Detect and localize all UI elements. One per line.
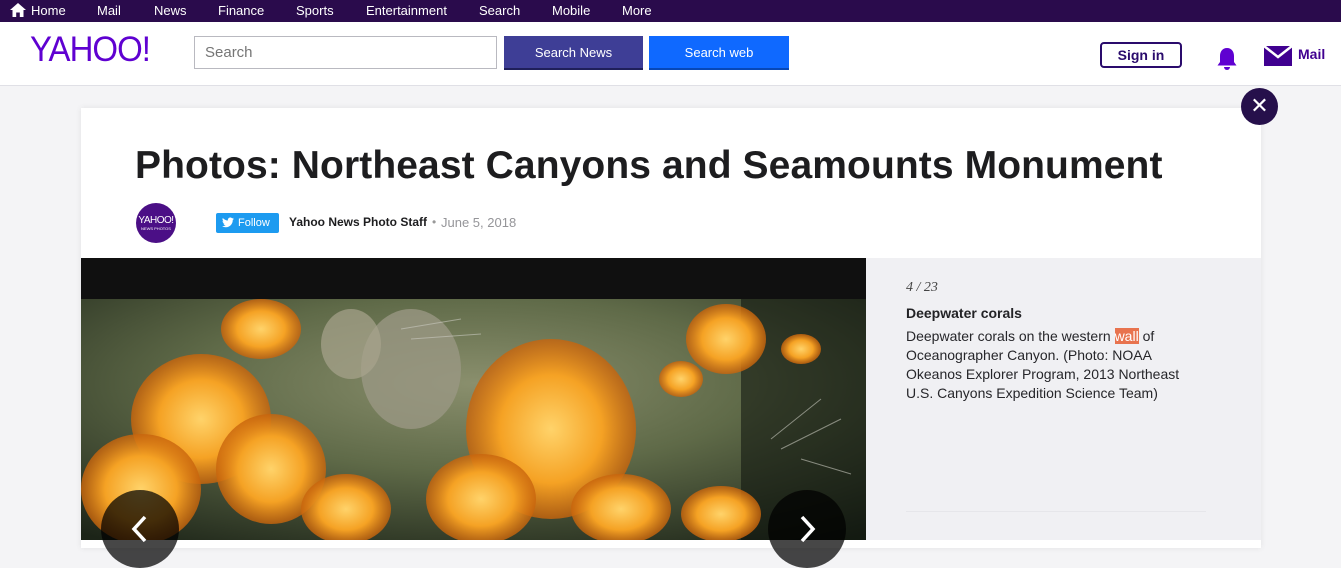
close-button[interactable]: ✕ [1241, 88, 1278, 125]
nav-search[interactable]: Search [479, 0, 520, 22]
search-web-button[interactable]: Search web [649, 36, 789, 70]
next-photo-button[interactable] [768, 490, 846, 568]
nav-mail[interactable]: Mail [97, 0, 121, 22]
top-nav: Home Mail News Finance Sports Entertainm… [0, 0, 1341, 22]
nav-finance[interactable]: Finance [218, 0, 264, 22]
article-title: Photos: Northeast Canyons and Seamounts … [135, 144, 1163, 187]
previous-photo-button[interactable] [101, 490, 179, 568]
byline-separator: • [432, 215, 437, 229]
slideshow-photo-area [81, 258, 866, 540]
author-name[interactable]: Yahoo News Photo Staff [289, 215, 427, 229]
notification-bell-icon[interactable] [1215, 46, 1239, 72]
caption-title: Deepwater corals [906, 305, 1022, 321]
home-icon[interactable] [10, 3, 26, 17]
coral-photo [81, 299, 866, 540]
sign-in-button[interactable]: Sign in [1100, 42, 1182, 68]
caption-highlight: wall [1114, 328, 1139, 344]
mail-icon[interactable] [1264, 46, 1292, 66]
close-icon: ✕ [1250, 93, 1269, 118]
nav-home[interactable]: Home [31, 0, 66, 22]
search-input[interactable] [194, 36, 497, 69]
mail-link[interactable]: Mail [1298, 46, 1325, 62]
twitter-follow-button[interactable]: Follow [216, 213, 279, 233]
caption-text: Deepwater corals on the western wall of … [906, 328, 1180, 401]
publish-date: June 5, 2018 [441, 215, 517, 230]
twitter-bird-icon [222, 217, 234, 228]
nav-more[interactable]: More [622, 0, 652, 22]
caption-divider [906, 511, 1206, 512]
author-avatar[interactable]: YAHOO! NEWS PHOTOS [136, 203, 176, 243]
header: YAHOO! Search News Search web Sign in Ma… [0, 22, 1341, 86]
nav-mobile[interactable]: Mobile [552, 0, 590, 22]
nav-entertainment[interactable]: Entertainment [366, 0, 447, 22]
search-news-button[interactable]: Search News [504, 36, 643, 70]
nav-news[interactable]: News [154, 0, 187, 22]
slide-counter: 4 / 23 [906, 280, 938, 295]
nav-sports[interactable]: Sports [296, 0, 334, 22]
yahoo-logo[interactable]: YAHOO! [30, 28, 151, 69]
